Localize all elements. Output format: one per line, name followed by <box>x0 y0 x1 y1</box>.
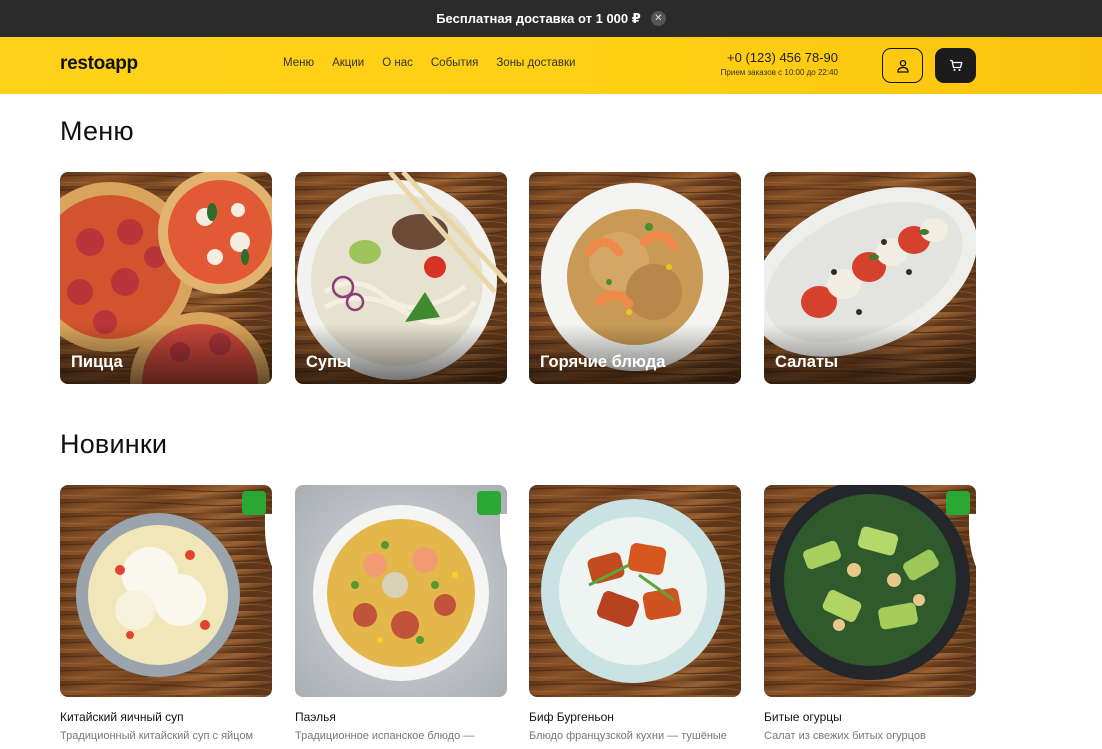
profile-button[interactable] <box>882 48 923 83</box>
nav-item-delivery-zones[interactable]: Зоны доставки <box>496 57 575 69</box>
cucumber-salad-image <box>764 485 976 697</box>
product-card-paella[interactable] <box>295 485 507 697</box>
category-label: Супы <box>306 353 352 371</box>
nav-item-menu[interactable]: Меню <box>283 57 314 69</box>
beef-image <box>529 485 741 697</box>
category-tile-soups[interactable]: Супы <box>295 172 507 384</box>
paella-image <box>295 485 507 697</box>
phone-number[interactable]: +0 (123) 456 78-90 <box>690 50 838 65</box>
nav-item-about[interactable]: О нас <box>382 57 413 69</box>
user-icon <box>896 59 909 73</box>
promo-bar: Бесплатная доставка от 1 000 ₽ ✕ <box>0 0 1102 37</box>
product-description: Традиционный китайский суп с яйцом <box>60 730 254 742</box>
order-hours: Прием заказов с 10:00 до 22:40 <box>720 68 838 77</box>
product-name[interactable]: Паэлья <box>295 710 336 724</box>
main-nav: Меню Акции О нас События Зоны доставки <box>283 57 593 69</box>
nav-item-promos[interactable]: Акции <box>332 57 364 69</box>
product-name[interactable]: Битые огурцы <box>764 710 842 724</box>
site-header: restoapp Меню Акции О нас События Зоны д… <box>0 37 1102 94</box>
vegetarian-badge <box>946 491 976 567</box>
category-tile-salads[interactable]: Салаты <box>764 172 976 384</box>
product-description: Блюдо французской кухни — тушёные <box>529 730 727 742</box>
leaf-icon <box>499 513 507 567</box>
menu-title: Меню <box>60 116 134 146</box>
vegetarian-badge <box>242 491 272 567</box>
promo-text: Бесплатная доставка от 1 000 ₽ <box>436 10 641 26</box>
product-card-beef-bourguignon[interactable] <box>529 485 741 697</box>
nav-item-events[interactable]: События <box>431 57 478 69</box>
leaf-icon <box>264 513 272 567</box>
news-title: Новинки <box>60 429 168 459</box>
logo[interactable]: restoapp <box>60 53 138 75</box>
product-name[interactable]: Биф Бургеньон <box>529 710 614 724</box>
cart-icon <box>949 59 962 71</box>
close-icon[interactable]: ✕ <box>650 11 666 26</box>
product-description: Салат из свежих битых огурцов <box>764 730 926 742</box>
product-description: Традиционное испанское блюдо — <box>295 730 475 742</box>
category-tile-hot-dishes[interactable]: Горячие блюда <box>529 172 741 384</box>
cart-button[interactable] <box>935 48 976 83</box>
product-name[interactable]: Китайский яичный суп <box>60 710 184 724</box>
leaf-icon <box>968 513 976 567</box>
category-label: Пицца <box>71 353 123 371</box>
product-card-egg-soup[interactable] <box>60 485 272 697</box>
egg-soup-image <box>60 485 272 697</box>
category-tile-pizza[interactable]: Пицца <box>60 172 272 384</box>
vegetarian-badge <box>477 491 507 567</box>
product-card-smashed-cucumbers[interactable] <box>764 485 976 697</box>
contact-block: +0 (123) 456 78-90 Прием заказов с 10:00… <box>690 50 838 77</box>
category-label: Салаты <box>775 353 839 371</box>
category-label: Горячие блюда <box>540 353 666 371</box>
